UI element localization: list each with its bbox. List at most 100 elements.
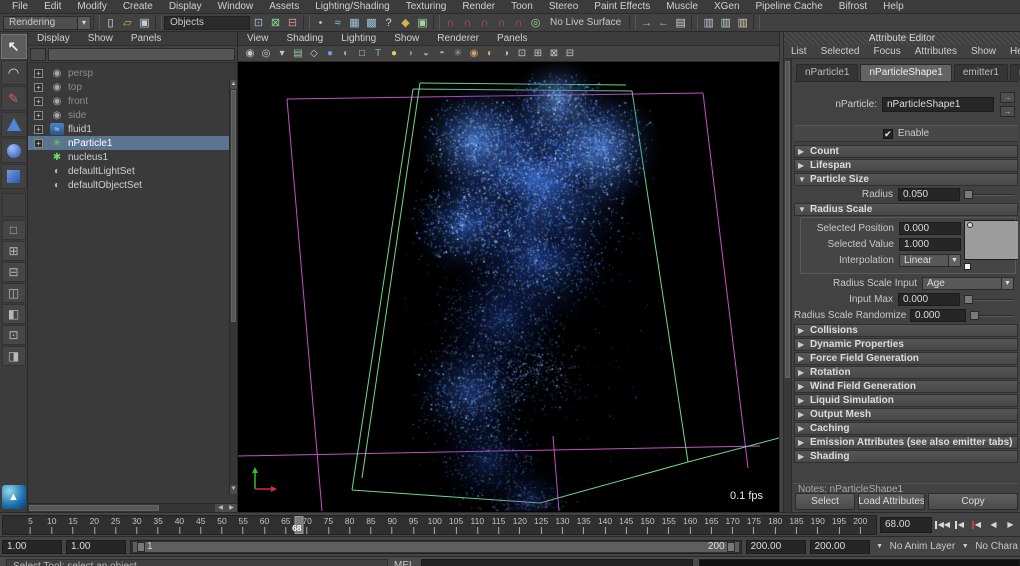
section-header[interactable]: ▶Emission Attributes (see also emitter t…: [794, 436, 1018, 449]
character-set-selector[interactable]: No Chara: [975, 541, 1018, 552]
outliner-item[interactable]: + nucleus1: [28, 150, 237, 164]
ramp-swatch[interactable]: [964, 263, 971, 270]
scrollbar-thumb[interactable]: [29, 505, 159, 511]
new-scene-icon[interactable]: ▯: [102, 15, 119, 31]
flat-shade-icon[interactable]: ◐: [338, 46, 354, 61]
attribute-editor-menu-item[interactable]: List: [784, 46, 814, 57]
select-button[interactable]: Select: [795, 493, 855, 510]
playback-start-field[interactable]: 1.00: [66, 540, 126, 554]
menu-item[interactable]: Texturing: [398, 1, 455, 12]
highlight-selection-icon[interactable]: ▣: [414, 15, 431, 31]
viewport-menu-item[interactable]: View: [238, 33, 278, 44]
attribute-editor-scrollbar[interactable]: [784, 59, 792, 512]
make-object-live-icon[interactable]: ◎: [527, 15, 544, 31]
isolate-select-icon[interactable]: ⊡: [514, 46, 530, 61]
selected-position-field[interactable]: 0.000: [899, 222, 961, 235]
input-max-slider[interactable]: [964, 295, 1014, 304]
step-back-key-button[interactable]: ◀: [969, 517, 984, 532]
radius-field[interactable]: 0.050: [898, 188, 960, 201]
last-tool-slot[interactable]: [2, 193, 26, 217]
range-slider-bar[interactable]: 1 200: [133, 542, 739, 552]
animation-end-field[interactable]: 200.00: [810, 540, 870, 554]
section-header[interactable]: ▶Dynamic Properties: [794, 338, 1018, 351]
slider-handle[interactable]: [964, 190, 973, 199]
outliner-menu-item[interactable]: Display: [28, 33, 79, 44]
viewport-menu-item[interactable]: Renderer: [428, 33, 488, 44]
ramp-preview[interactable]: [964, 220, 1018, 260]
textured-icon[interactable]: T: [370, 46, 386, 61]
expand-icon[interactable]: +: [34, 125, 43, 134]
bounding-box-icon[interactable]: □: [354, 46, 370, 61]
playback-end-field[interactable]: 200.00: [746, 540, 806, 554]
section-header[interactable]: ▶Force Field Generation: [794, 352, 1018, 365]
menu-item[interactable]: Pipeline Cache: [748, 1, 831, 12]
exposure-icon[interactable]: ◐: [482, 46, 498, 61]
current-time-field[interactable]: 68.00: [880, 517, 932, 533]
camera-attributes-icon[interactable]: ◎: [258, 46, 274, 61]
timeline-playhead[interactable]: 68: [294, 516, 303, 534]
section-header[interactable]: ▶Wind Field Generation: [794, 380, 1018, 393]
selected-value-field[interactable]: 1.000: [899, 238, 961, 251]
menu-item[interactable]: Lighting/Shading: [307, 1, 398, 12]
depth-of-field-icon[interactable]: ◉: [466, 46, 482, 61]
snap-to-points-icon[interactable]: ∩: [476, 15, 493, 31]
chevron-down-icon[interactable]: ▼: [959, 543, 971, 550]
paint-select-tool[interactable]: [1, 86, 27, 111]
save-scene-icon[interactable]: ▣: [136, 15, 153, 31]
attribute-editor-menu-item[interactable]: Selected: [814, 46, 867, 57]
section-header[interactable]: ▶Caching: [794, 422, 1018, 435]
menu-item[interactable]: Help: [875, 1, 912, 12]
menu-item[interactable]: File: [4, 1, 36, 12]
load-attributes-button[interactable]: Load Attributes: [858, 493, 925, 510]
ambient-occlusion-icon[interactable]: ◒: [418, 46, 434, 61]
attribute-editor-tab[interactable]: nParticleShape1: [860, 64, 951, 81]
section-header[interactable]: ▶Rotation: [794, 366, 1018, 379]
smooth-shade-icon[interactable]: ●: [322, 46, 338, 61]
node-name-field[interactable]: nParticleShape1: [882, 97, 994, 112]
outliner-item[interactable]: + top: [28, 80, 237, 94]
expand-icon[interactable]: +: [34, 97, 43, 106]
scroll-up-icon[interactable]: ▲: [230, 80, 237, 89]
play-backwards-button[interactable]: ◀: [986, 517, 1001, 532]
wireframe-icon[interactable]: ◇: [306, 46, 322, 61]
move-tool[interactable]: [1, 112, 27, 137]
help-mode-icon[interactable]: ?: [380, 15, 397, 31]
menu-item[interactable]: Render: [454, 1, 503, 12]
input-max-field[interactable]: 0.000: [898, 293, 960, 306]
outliner-item[interactable]: + side: [28, 108, 237, 122]
four-pane-layout-icon[interactable]: ⊞: [2, 241, 26, 261]
select-tool[interactable]: [1, 34, 27, 59]
viewport-menu-item[interactable]: Shading: [278, 33, 333, 44]
time-slider[interactable]: 5101520253035404550556065707580859095100…: [2, 515, 877, 535]
range-end-handle[interactable]: [727, 542, 735, 552]
scroll-right-icon[interactable]: ▶: [226, 504, 237, 512]
input-connections-icon[interactable]: →: [638, 15, 655, 31]
render-current-frame-icon[interactable]: ▥: [700, 15, 717, 31]
two-pane-side-layout-icon[interactable]: ◫: [2, 283, 26, 303]
menu-set-dropdown[interactable]: Rendering ▾: [3, 16, 91, 30]
lights-icon[interactable]: ●: [386, 46, 402, 61]
scale-tool[interactable]: [1, 164, 27, 189]
viewport-menu-item[interactable]: Lighting: [332, 33, 385, 44]
outliner-filter-field[interactable]: [48, 48, 235, 61]
section-header[interactable]: ▶Shading: [794, 450, 1018, 463]
section-header[interactable]: ▶Liquid Simulation: [794, 394, 1018, 407]
gamma-icon[interactable]: ◑: [498, 46, 514, 61]
section-header[interactable]: ▶Lifespan: [794, 159, 1018, 172]
menu-item[interactable]: Create: [115, 1, 161, 12]
outliner-menu-item[interactable]: Panels: [122, 33, 171, 44]
construction-history-icon[interactable]: ▤: [672, 15, 689, 31]
snap-to-curves-icon[interactable]: ∩: [459, 15, 476, 31]
snap-to-grid-icon[interactable]: ∩: [442, 15, 459, 31]
attribute-editor-menu-item[interactable]: Help: [1003, 46, 1020, 57]
outliner-persp-layout-icon[interactable]: ◧: [2, 304, 26, 324]
filter-icon[interactable]: [30, 48, 46, 61]
section-header[interactable]: ▶Count: [794, 145, 1018, 158]
select-object-icon[interactable]: ⊠: [267, 15, 284, 31]
persp-graph-layout-icon[interactable]: ◨: [2, 346, 26, 366]
shadows-icon[interactable]: ◑: [402, 46, 418, 61]
menu-item[interactable]: Modify: [69, 1, 114, 12]
slider-handle[interactable]: [964, 295, 973, 304]
menu-item[interactable]: Assets: [261, 1, 307, 12]
attribute-editor-menu-item[interactable]: Attributes: [908, 46, 964, 57]
